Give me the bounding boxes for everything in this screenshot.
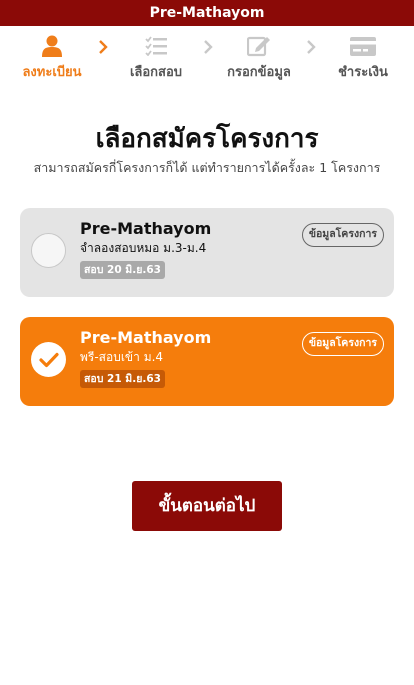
program-card-selected[interactable]: Pre-Mathayom พรี-สอบเข้า ม.4 สอบ 21 มิ.ย… (20, 317, 394, 406)
page-subtitle: สามารถสมัครกี่โครงการก็ได้ แต่ทำรายการได… (33, 160, 381, 175)
step-register-label: ลงทะเบียน (22, 65, 82, 80)
program-info-button[interactable]: ข้อมูลโครงการ (301, 223, 384, 247)
chevron-right-icon (204, 40, 213, 54)
exam-date-badge: สอบ 21 มิ.ย.63 (80, 370, 165, 388)
edit-icon (214, 34, 304, 58)
chevron-right-icon (307, 40, 316, 54)
step-select-exam[interactable]: เลือกสอบ (111, 34, 201, 82)
step-fill-info-label: กรอกข้อมูล (227, 65, 291, 80)
program-subtitle: พรี-สอบเข้า ม.4 (80, 350, 164, 364)
program-title: Pre-Mathayom (80, 328, 212, 347)
chevron-right-icon (99, 40, 108, 54)
step-fill-info[interactable]: กรอกข้อมูล (214, 34, 304, 82)
checklist-icon (111, 34, 201, 58)
program-info-button[interactable]: ข้อมูลโครงการ (301, 332, 384, 356)
credit-card-icon (318, 34, 408, 58)
program-card[interactable]: Pre-Mathayom จำลองสอบหมอ ม.3-ม.4 สอบ 20 … (20, 208, 394, 297)
step-register[interactable]: ลงทะเบียน (7, 34, 97, 82)
user-icon (7, 34, 97, 58)
app-title: Pre-Mathayom (149, 5, 265, 21)
radio-unselected[interactable] (31, 233, 66, 268)
radio-selected[interactable] (31, 342, 66, 377)
program-subtitle: จำลองสอบหมอ ม.3-ม.4 (80, 241, 207, 255)
next-step-button[interactable]: ขั้นตอนต่อไป (132, 481, 282, 531)
step-payment[interactable]: ชำระเงิน (318, 34, 408, 82)
page-title: เลือกสมัครโครงการ (95, 124, 319, 154)
checkmark-icon (38, 352, 59, 367)
program-title: Pre-Mathayom (80, 219, 212, 238)
exam-date-badge: สอบ 20 มิ.ย.63 (80, 261, 165, 279)
progress-steps: ลงทะเบียน เลือกสอบ กรอกข้อมูล ชำระเงิน (0, 26, 414, 86)
app-header: Pre-Mathayom (0, 0, 414, 26)
step-select-exam-label: เลือกสอบ (129, 65, 183, 80)
step-payment-label: ชำระเงิน (338, 65, 388, 80)
